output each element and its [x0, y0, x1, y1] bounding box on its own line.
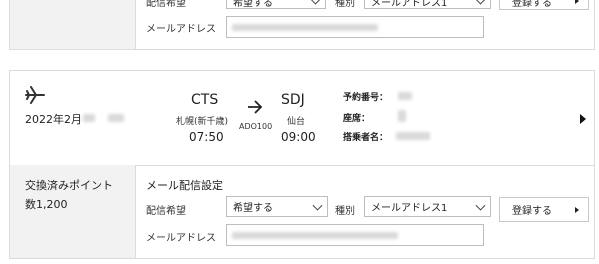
chevron-down-icon [475, 200, 486, 211]
top-notify-pref-value: 希望する [233, 0, 273, 9]
masked-seat [398, 110, 406, 122]
airplane-icon [25, 86, 45, 104]
passenger-label: 搭乗者名： [343, 133, 389, 143]
top-divider [135, 0, 136, 50]
top-notify-pref-label: 配信希望 [146, 0, 186, 9]
arrive-time: 09:00 [281, 130, 316, 144]
top-email-label: メールアドレス [146, 24, 216, 35]
email-input[interactable] [226, 224, 484, 246]
mail-settings-title: メール配信設定 [146, 179, 223, 192]
flight-number: ADO100 [239, 122, 273, 131]
top-type-value: メールアドレス1 [371, 0, 448, 9]
masked-reservation [398, 92, 412, 100]
origin-code: CTS [191, 92, 219, 108]
flight-date: 2022年2月 [25, 113, 82, 126]
chevron-down-icon [312, 200, 323, 211]
top-notify-pref-select[interactable]: 希望する [226, 0, 326, 9]
triangle-right-icon [575, 0, 579, 4]
dest-name: 仙台 [287, 117, 306, 127]
top-type-select[interactable]: メールアドレス1 [364, 0, 491, 9]
top-register-label: 登録する [512, 0, 552, 9]
register-button[interactable]: 登録する [499, 197, 589, 222]
top-register-button[interactable]: 登録する [499, 0, 589, 10]
top-type-label: 種別 [335, 0, 355, 9]
reservation-label: 予約番号： [343, 93, 389, 103]
masked-email [232, 24, 378, 31]
depart-time: 07:50 [189, 130, 224, 144]
top-email-input[interactable] [226, 16, 484, 38]
points-count: 数1,200 [25, 198, 68, 211]
type-select[interactable]: メールアドレス1 [364, 196, 491, 217]
type-label: 種別 [335, 206, 355, 217]
origin-name: 札幌(新千歳) [176, 117, 229, 127]
notify-pref-value: 希望する [233, 203, 273, 214]
chevron-down-icon [310, 0, 321, 5]
type-value: メールアドレス1 [371, 203, 448, 214]
masked-email [232, 232, 398, 239]
triangle-right-icon[interactable] [580, 114, 586, 124]
notify-pref-select[interactable]: 希望する [226, 196, 328, 217]
email-label: メールアドレス [146, 233, 216, 244]
masked-passenger [396, 132, 430, 140]
seat-label: 座席： [343, 114, 371, 124]
points-title: 交換済みポイント [25, 179, 113, 192]
notify-pref-label: 配信希望 [146, 206, 186, 217]
masked-date-2 [108, 114, 124, 122]
triangle-right-icon [575, 206, 579, 213]
register-label: 登録する [512, 206, 552, 217]
chevron-down-icon [475, 0, 486, 5]
settings-divider [135, 165, 136, 258]
masked-date [83, 114, 95, 122]
arrow-right-icon [248, 100, 263, 114]
dest-code: SDJ [281, 92, 305, 108]
